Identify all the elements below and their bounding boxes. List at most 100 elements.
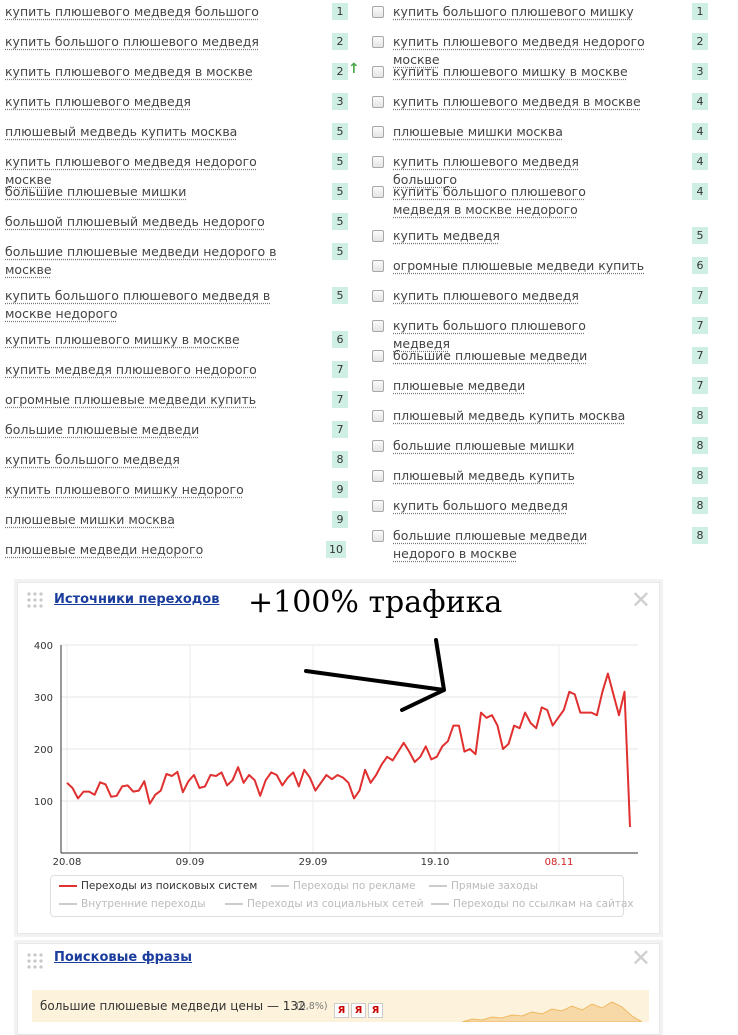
position-badge: 7	[692, 377, 708, 394]
keyword-checkbox[interactable]	[372, 290, 384, 302]
position-badge: 3	[332, 93, 348, 110]
y-tick-label: 200	[34, 745, 53, 756]
yandex-icon[interactable]: Я	[334, 1003, 349, 1018]
keyword-link[interactable]: купить плюшевого медведя	[393, 287, 645, 305]
position-badge: 7	[332, 361, 348, 378]
keyword-link[interactable]: купить плюшевого мишку недорого	[5, 481, 305, 499]
keyword-checkbox[interactable]	[372, 350, 384, 362]
keyword-link[interactable]: большие плюшевые мишки	[393, 437, 645, 455]
phrase-row[interactable]: большие плюшевые медведи цены — 132 (0,8…	[32, 990, 649, 1022]
position-badge: 7	[332, 421, 348, 438]
keyword-checkbox[interactable]	[372, 186, 384, 198]
phrase-percent: (0,8%)	[296, 1001, 328, 1012]
keyword-checkbox[interactable]	[372, 6, 384, 18]
keyword-link[interactable]: большие плюшевые медведи недорого в моск…	[393, 527, 645, 563]
keyword-link[interactable]: купить плюшевого медведя в москве	[393, 93, 645, 111]
position-badge: 9	[332, 481, 348, 498]
position-badge: 7	[692, 317, 708, 334]
keyword-link[interactable]: купить большого плюшевого мишку	[393, 3, 645, 21]
keyword-checkbox[interactable]	[372, 440, 384, 452]
keyword-link[interactable]: плюшевые мишки москва	[5, 511, 305, 529]
yandex-icon[interactable]: Я	[368, 1003, 383, 1018]
x-tick-label: 29.09	[299, 857, 328, 868]
keyword-checkbox[interactable]	[372, 380, 384, 392]
traffic-sources-panel: Источники переходов ✕ 400 300 200 100 20.08 0…	[17, 582, 660, 934]
position-badge: 1	[332, 3, 348, 20]
keyword-checkbox[interactable]	[372, 126, 384, 138]
keyword-link[interactable]: купить плюшевого мишку в москве	[5, 331, 305, 349]
position-badge: 8	[692, 497, 708, 514]
keyword-link[interactable]: купить плюшевого медведя в москве	[5, 63, 305, 81]
keyword-link[interactable]: плюшевые мишки москва	[393, 123, 645, 141]
position-badge: 3	[692, 63, 708, 80]
keyword-link[interactable]: купить плюшевого медведя большого	[5, 3, 305, 21]
keyword-link[interactable]: большие плюшевые медведи недорого в моск…	[5, 243, 305, 279]
keyword-link[interactable]: плюшевый медведь купить	[393, 467, 645, 485]
keyword-link[interactable]: плюшевый медведь купить москва	[5, 123, 305, 141]
y-tick-label: 300	[34, 693, 53, 704]
keyword-link[interactable]: большие плюшевые мишки	[5, 183, 305, 201]
keyword-checkbox[interactable]	[372, 230, 384, 242]
position-badge: 8	[692, 467, 708, 484]
keyword-link[interactable]: купить большого плюшевого медведя в моск…	[393, 183, 645, 219]
traffic-line-chart: 400 300 200 100 20.08 09.09 29.09 19.10 08.11	[34, 641, 638, 868]
keyword-checkbox[interactable]	[372, 156, 384, 168]
position-badge: 8	[692, 437, 708, 454]
legend-label: Переходы по ссылкам на сайтах	[453, 898, 634, 910]
position-badge: 5	[332, 123, 348, 140]
keyword-checkbox[interactable]	[372, 66, 384, 78]
keyword-link[interactable]: большой плюшевый медведь недорого	[5, 213, 305, 231]
legend-item-internal[interactable]: Внутренние переходы	[59, 898, 206, 910]
keyword-link[interactable]: огромные плюшевые медведи купить	[5, 391, 305, 409]
legend-item-search[interactable]: Переходы из поисковых систем	[59, 880, 257, 892]
close-icon[interactable]: ✕	[631, 946, 651, 970]
keyword-checkbox[interactable]	[372, 500, 384, 512]
position-badge: 6	[332, 331, 348, 348]
position-badge: 5	[692, 227, 708, 244]
legend-item-ads[interactable]: Переходы по рекламе	[271, 880, 416, 892]
keyword-link[interactable]: купить большого плюшевого медведя	[5, 33, 305, 51]
keyword-link[interactable]: плюшевые медведи недорого	[5, 541, 305, 559]
chart-legend: Переходы из поисковых систем Переходы по…	[50, 875, 634, 917]
y-tick-label: 100	[34, 797, 53, 808]
position-badge: 5	[332, 287, 348, 304]
keyword-link[interactable]: большие плюшевые медведи	[5, 421, 305, 439]
position-badge: 9	[332, 511, 348, 528]
keyword-link[interactable]: плюшевые медведи	[393, 377, 645, 395]
drag-handle-icon[interactable]	[26, 952, 44, 970]
keyword-checkbox[interactable]	[372, 320, 384, 332]
position-badge: 5	[332, 183, 348, 200]
position-badge: 2	[332, 63, 348, 80]
keyword-link[interactable]: купить большого медведя	[393, 497, 645, 515]
keyword-link[interactable]: купить медведя	[393, 227, 645, 245]
keyword-checkbox[interactable]	[372, 410, 384, 422]
legend-item-referral[interactable]: Переходы по ссылкам на сайтах	[431, 898, 634, 910]
keyword-checkbox[interactable]	[372, 96, 384, 108]
legend-item-social[interactable]: Переходы из социальных сетей	[225, 898, 424, 910]
position-badge: 5	[332, 243, 348, 260]
panel-title[interactable]: Поисковые фразы	[54, 950, 192, 965]
keyword-link[interactable]: большие плюшевые медведи	[393, 347, 645, 365]
legend-label: Переходы из поисковых систем	[81, 880, 258, 892]
keyword-link[interactable]: купить медведя плюшевого недорого	[5, 361, 305, 379]
keyword-checkbox[interactable]	[372, 470, 384, 482]
keyword-checkbox[interactable]	[372, 260, 384, 272]
position-badge: 8	[332, 451, 348, 468]
legend-label: Внутренние переходы	[81, 898, 206, 910]
keyword-link[interactable]: огромные плюшевые медведи купить	[393, 257, 645, 275]
y-tick-label: 400	[34, 641, 53, 652]
keyword-link[interactable]: купить плюшевого мишку в москве	[393, 63, 645, 81]
position-badge: 7	[332, 391, 348, 408]
yandex-icon[interactable]: Я	[351, 1003, 366, 1018]
keyword-link[interactable]: купить большого медведя	[5, 451, 305, 469]
search-phrases-panel: Поисковые фразы ✕ большие плюшевые медве…	[17, 943, 660, 1035]
traffic-growth-caption: +100% трафика	[248, 585, 503, 620]
position-badge: 5	[332, 213, 348, 230]
keyword-link[interactable]: плюшевый медведь купить москва	[393, 407, 645, 425]
keyword-checkbox[interactable]	[372, 530, 384, 542]
keyword-link[interactable]: купить большого плюшевого медведя в моск…	[5, 287, 305, 323]
legend-item-direct[interactable]: Прямые заходы	[429, 880, 538, 892]
keyword-link[interactable]: купить плюшевого медведя	[5, 93, 305, 111]
keyword-checkbox[interactable]	[372, 36, 384, 48]
x-tick-label: 09.09	[176, 857, 205, 868]
